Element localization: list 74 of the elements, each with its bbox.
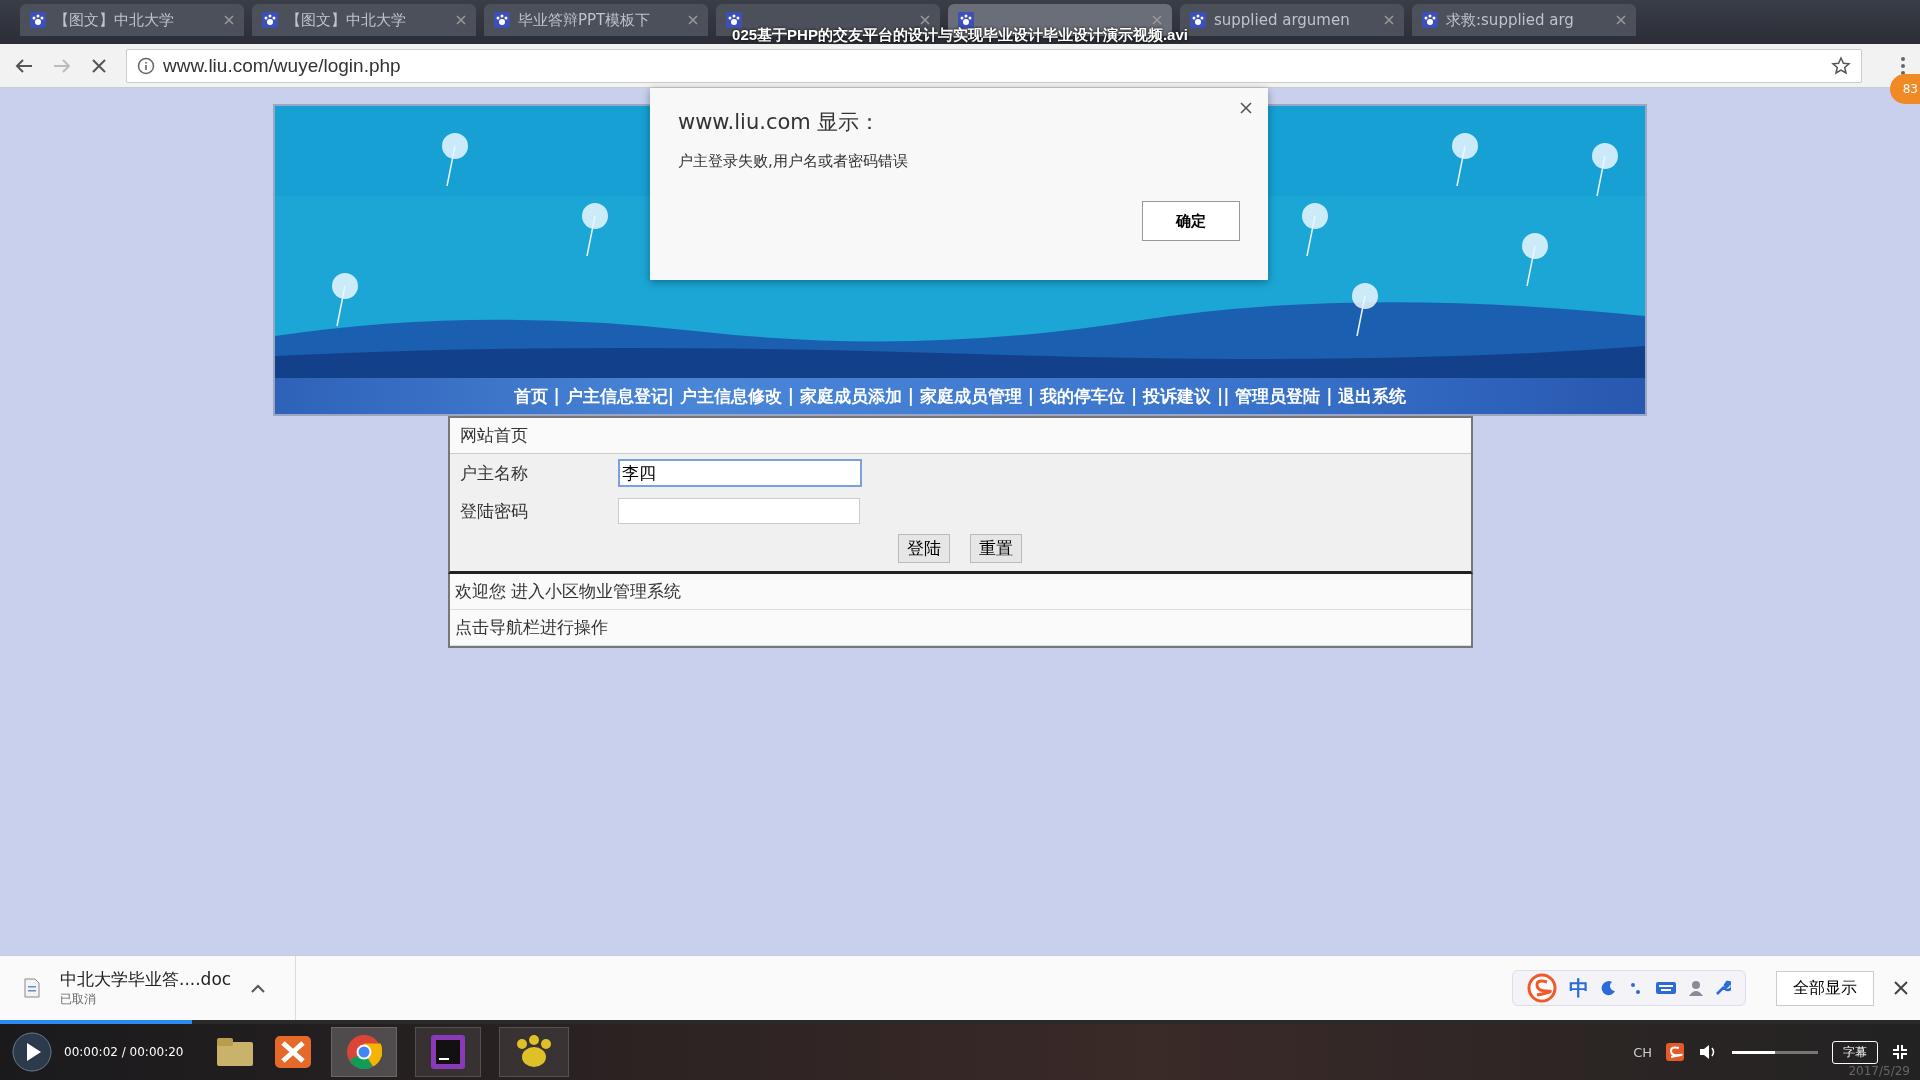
download-status: 已取消 <box>60 991 97 1008</box>
document-icon <box>24 978 40 998</box>
input-field[interactable] <box>617 498 860 524</box>
browser-tab[interactable]: 毕业答辩PPT模板下 <box>484 4 708 36</box>
nav-separator: | <box>1026 386 1036 406</box>
input-mode[interactable]: 中 <box>1569 974 1589 1002</box>
browser-tab[interactable]: 【图文】中北大学 <box>20 4 244 36</box>
tab-title: supplied argumen <box>1214 11 1351 29</box>
playback-time: 00:00:02 / 00:00:20 <box>64 1045 184 1059</box>
address-field[interactable]: www.liu.com/wuye/login.php <box>126 48 1862 83</box>
dialog-title: www.liu.com 显示： <box>678 109 882 136</box>
nav-link[interactable]: 我的停车位 <box>1040 384 1125 408</box>
volume-slider[interactable] <box>1732 1050 1818 1054</box>
field-label: 户主名称 <box>459 461 529 485</box>
nav-separator: | <box>1129 386 1139 406</box>
browser-tab[interactable]: 【图文】中北大学 <box>252 4 476 36</box>
nav-link[interactable]: 退出系统 <box>1338 384 1407 408</box>
paw-icon <box>726 12 742 28</box>
nav-separator: | <box>906 386 916 406</box>
panel-heading: 网站首页 <box>449 418 1471 454</box>
tab-title: 毕业答辩PPT模板下 <box>518 10 652 30</box>
language-indicator[interactable]: CH <box>1633 1044 1652 1060</box>
moon-icon[interactable] <box>1601 980 1617 996</box>
close-icon[interactable] <box>1240 102 1252 114</box>
info-icon <box>137 56 155 75</box>
close-icon[interactable] <box>1894 981 1908 995</box>
dialog-message: 户主登录失败,用户名或者密码错误 <box>678 152 909 171</box>
nav-separator: || <box>1215 386 1231 406</box>
message-text: 点击导航栏进行操作 <box>449 610 1471 646</box>
field-label: 登陆密码 <box>459 499 529 523</box>
seek-bar[interactable] <box>0 1020 1920 1024</box>
menu-icon[interactable] <box>1900 55 1906 76</box>
nav-link[interactable]: 家庭成员管理 <box>919 384 1022 408</box>
paw-icon <box>1422 12 1438 28</box>
keyboard-icon[interactable] <box>1655 980 1677 996</box>
paw-icon <box>262 12 278 28</box>
tab-title: 【图文】中北大学 <box>286 10 407 30</box>
url-text: www.liu.com/wuye/login.php <box>163 54 401 77</box>
message-text: 欢迎您 进入小区物业管理系统 <box>449 574 1471 610</box>
paw-icon <box>958 12 974 28</box>
tray-date: 2017/5/29 <box>1848 1064 1910 1078</box>
caret-icon[interactable] <box>251 983 266 993</box>
show-all-button[interactable]: 全部显示 <box>1776 970 1874 1006</box>
download-filename: 中北大学毕业答....doc <box>60 968 232 991</box>
paw-icon <box>494 12 510 28</box>
form-button[interactable]: 重置 <box>970 534 1022 563</box>
nav-link[interactable]: 户主信息修改 <box>679 384 782 408</box>
nav-link[interactable]: 家庭成员添加 <box>799 384 902 408</box>
wrench-icon[interactable] <box>1715 980 1731 996</box>
stop-icon[interactable] <box>90 56 108 75</box>
user-icon[interactable] <box>1689 980 1703 996</box>
nav-link[interactable]: 管理员登陆 <box>1235 384 1321 408</box>
form-button[interactable]: 登陆 <box>898 534 950 563</box>
tab-title: 求救:supplied arg <box>1446 10 1575 30</box>
input-field[interactable]: 李四 <box>617 459 862 487</box>
nav-separator: | <box>1325 386 1334 406</box>
nav-separator: | <box>552 386 561 406</box>
subtitle-button[interactable]: 字幕 <box>1832 1040 1878 1064</box>
browser-tab[interactable]: 求救:supplied arg <box>1412 4 1636 36</box>
exit-fullscreen-icon[interactable] <box>1892 1044 1908 1060</box>
punctuation-icon[interactable] <box>1629 980 1643 996</box>
extension-badge[interactable]: 83 <box>1890 74 1920 104</box>
nav-link[interactable]: 户主信息登记 <box>565 384 668 408</box>
folder-icon[interactable] <box>215 1036 256 1068</box>
paw-icon <box>30 12 46 28</box>
ok-button[interactable]: 确定 <box>1142 201 1240 241</box>
paw-icon <box>1190 12 1206 28</box>
play-icon[interactable] <box>12 1032 52 1072</box>
nav-separator: | <box>786 386 795 406</box>
star-icon[interactable] <box>1831 55 1851 76</box>
nav-separator: | <box>667 386 675 406</box>
tab-title: 【图文】中北大学 <box>54 10 175 30</box>
nav-link[interactable]: 首页 <box>513 384 548 408</box>
nav-link[interactable]: 投诉建议 <box>1143 384 1212 408</box>
